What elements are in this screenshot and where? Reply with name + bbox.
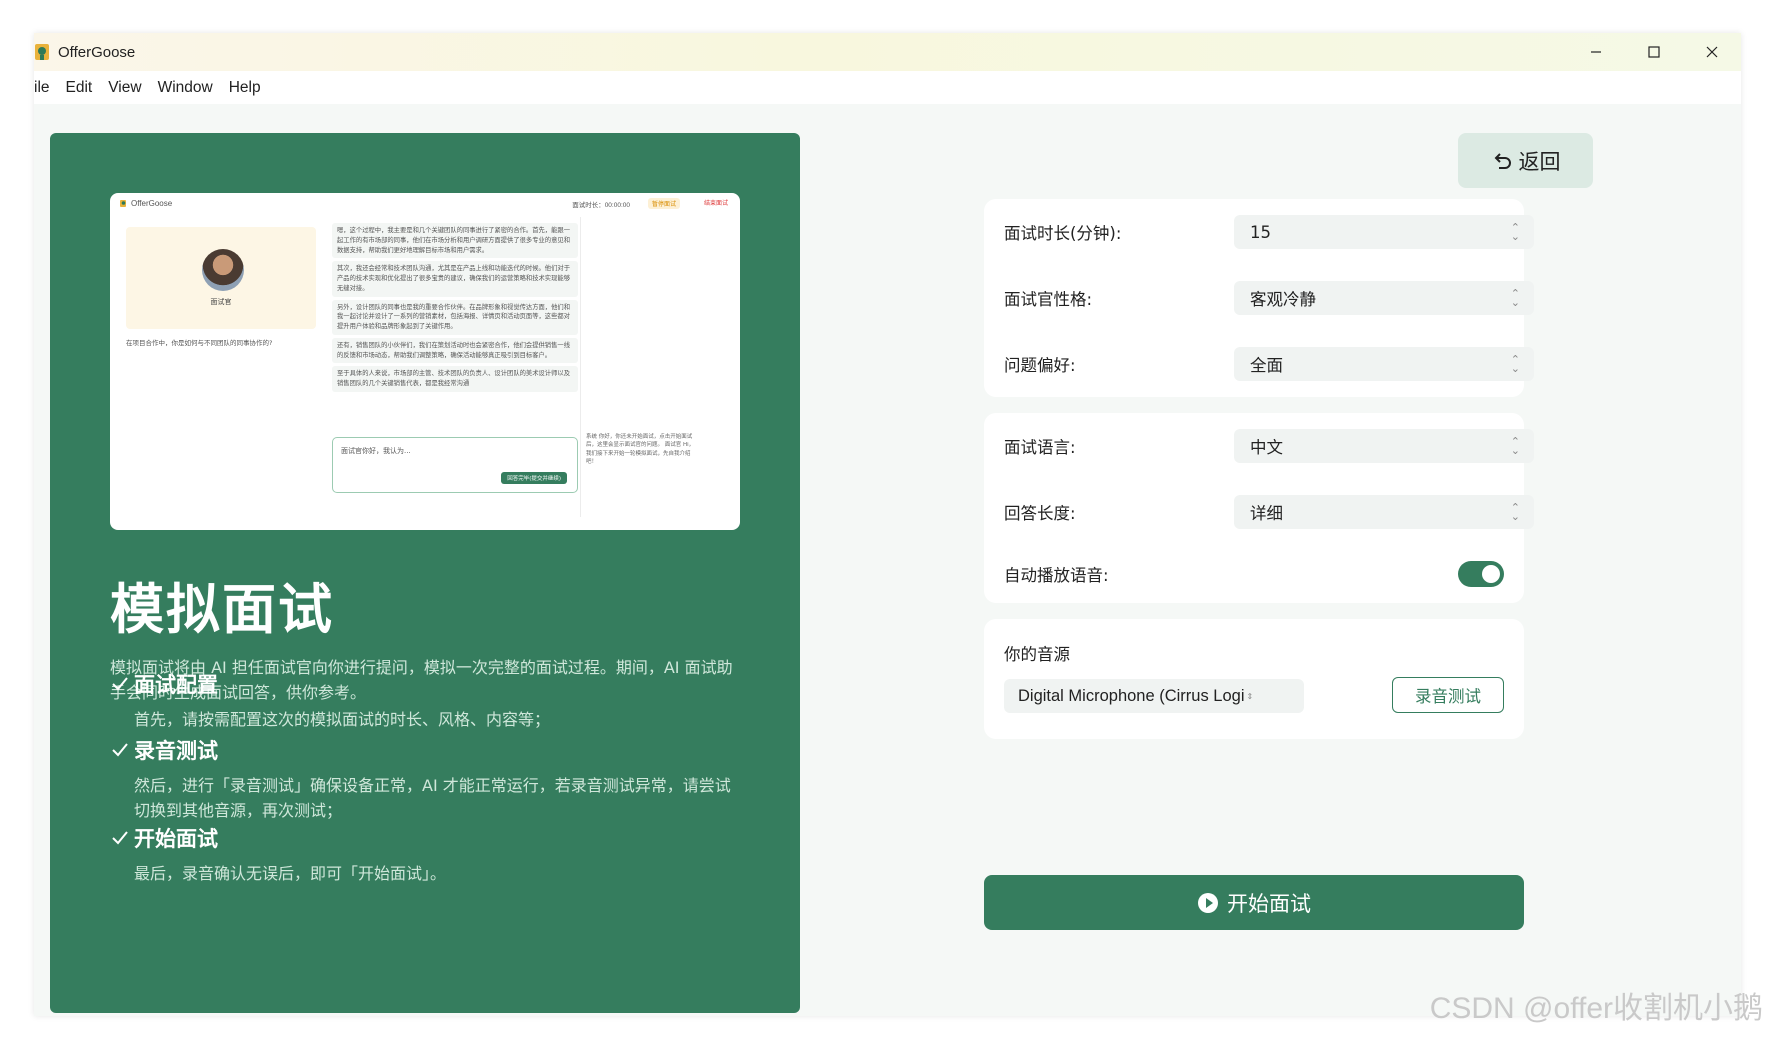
preview-chat-paragraph: 其次，我还会经常和技术团队沟通，尤其是在产品上线和功能迭代的时候。他们对于产品的… — [332, 261, 578, 297]
select-value: 全面 — [1250, 356, 1283, 375]
step-config: 面试配置 首先，请按需配置这次的模拟面试的时长、风格、内容等； — [110, 669, 734, 732]
minimize-icon[interactable] — [1567, 33, 1625, 71]
settings-card-answer: 面试语言: 中文 ⌃ ⌄ 回答长度: 详细 ⌃ ⌄ 自动播放语音: — [984, 413, 1534, 603]
menu-view[interactable]: View — [100, 79, 149, 97]
auto-play-toggle[interactable] — [1458, 561, 1504, 587]
maximize-icon[interactable] — [1625, 33, 1683, 71]
step-description: 最后，录音确认无误后，即可「开始面试」。 — [134, 864, 447, 883]
preview-side-note: 系统 你好，你还未开始面试，点击开始面试后，这里会显示面试官的问题。 面试官 H… — [586, 434, 695, 465]
preview-chat: 嗯，这个过程中，我主要是和几个关键团队的同事进行了紧密的合作。首先，能跟一起工作… — [332, 223, 578, 429]
preview-logo-text: OfferGoose — [131, 198, 173, 208]
step-start: 开始面试 最后，录音确认无误后，即可「开始面试」。 — [110, 823, 734, 886]
back-button[interactable]: 返回 — [1458, 133, 1593, 188]
preview-timer: 面试时长：00:00:00 — [572, 202, 630, 209]
setting-label: 回答长度: — [1004, 504, 1076, 523]
step-description: 首先，请按需配置这次的模拟面试的时长、风格、内容等； — [134, 710, 551, 729]
settings-card-interview: 面试时长(分钟): 15 ⌃ ⌄ 面试官性格: 客观冷静 ⌃ ⌄ 问题偏好: 全面 … — [984, 199, 1534, 397]
preview-input-box: 面试官你好，我认为... 回答完毕(提交并继续) — [332, 437, 578, 493]
setting-label: 自动播放语音: — [1004, 566, 1109, 585]
step-header: 录音测试 — [110, 735, 734, 765]
menu-help[interactable]: Help — [221, 79, 269, 97]
check-icon — [112, 743, 128, 757]
audio-source-card: 你的音源 Digital Microphone (Cirrus Logi ⇕ 录… — [984, 619, 1524, 739]
setting-personality: 面试官性格: 客观冷静 ⌃ ⌄ — [1004, 281, 1534, 315]
window-title: OfferGoose — [58, 43, 136, 61]
check-icon — [112, 677, 128, 691]
app-logo-icon — [35, 44, 49, 60]
play-circle-icon — [1198, 892, 1218, 913]
toggle-knob — [1482, 565, 1500, 583]
personality-select[interactable]: 客观冷静 ⌃ ⌄ — [1234, 281, 1534, 315]
setting-answer-length: 回答长度: 详细 ⌃ ⌄ — [1004, 495, 1534, 529]
menu-file[interactable]: ile — [34, 79, 58, 97]
chevron-updown-icon: ⌃ ⌄ — [1510, 501, 1520, 523]
preview-avatar — [202, 249, 244, 291]
setting-label: 面试语言: — [1004, 438, 1076, 457]
page-title: 模拟面试 — [110, 578, 334, 641]
step-header: 面试配置 — [110, 669, 734, 699]
interview-preview-image: OfferGoose 面试时长：00:00:00 暂停面试 结束面试 面试官 在… — [110, 193, 740, 530]
setting-preference: 问题偏好: 全面 ⌃ ⌄ — [1004, 347, 1534, 381]
audio-source-select[interactable]: Digital Microphone (Cirrus Logi ⇕ — [1004, 679, 1304, 713]
answer-length-select[interactable]: 详细 ⌃ ⌄ — [1234, 495, 1534, 529]
setting-duration: 面试时长(分钟): 15 ⌃ ⌄ — [1004, 215, 1534, 249]
menu-window[interactable]: Window — [150, 79, 221, 97]
preview-logo-icon — [120, 199, 126, 207]
audio-source-label: 你的音源 — [1004, 645, 1070, 664]
step-header: 开始面试 — [110, 823, 734, 853]
setting-label: 面试官性格: — [1004, 290, 1093, 309]
menu-bar: ile Edit View Window Help — [34, 71, 1741, 104]
preview-interviewer-card: 面试官 — [126, 227, 316, 329]
close-icon[interactable] — [1683, 33, 1741, 71]
record-test-button[interactable]: 录音测试 — [1392, 677, 1504, 713]
chevron-updown-icon: ⌃ ⌄ — [1510, 353, 1520, 375]
chevron-updown-icon: ⌃ ⌄ — [1510, 287, 1520, 309]
preview-avatar-label: 面试官 — [210, 298, 232, 306]
start-interview-button[interactable]: 开始面试 — [984, 875, 1524, 930]
step-recording: 录音测试 然后，进行「录音测试」确保设备正常，AI 才能正常运行，若录音测试异常… — [110, 735, 734, 823]
select-value: 客观冷静 — [1250, 290, 1316, 309]
select-value: Digital Microphone (Cirrus Logi — [1018, 686, 1245, 705]
preview-question: 在项目合作中，你是如何与不同团队的同事协作的? — [126, 339, 273, 347]
preview-chat-paragraph: 另外，设计团队的同事也是我的重要合作伙伴。在品牌形象和视觉传达方面，他们和我一起… — [332, 299, 578, 335]
watermark: CSDN @offer收割机小鹅 — [1429, 992, 1763, 1025]
start-button-label: 开始面试 — [1227, 891, 1311, 916]
window-controls — [1567, 33, 1741, 71]
setting-label: 面试时长(分钟): — [1004, 224, 1122, 243]
step-title: 录音测试 — [134, 739, 218, 763]
language-select[interactable]: 中文 ⌃ ⌄ — [1234, 429, 1534, 463]
chevron-updown-icon: ⇕ — [1246, 691, 1254, 701]
app-window: OfferGoose ile Edit View Window Help Off… — [34, 33, 1741, 1016]
preview-pause-button: 暂停面试 — [647, 198, 680, 209]
preview-end-button: 结束面试 — [703, 201, 728, 207]
preview-chat-paragraph: 还有，销售团队的小伙伴们，我们在策划活动时也会紧密合作，他们会提供销售一线的反馈… — [332, 337, 578, 364]
select-value: 15 — [1250, 222, 1271, 242]
intro-panel: OfferGoose 面试时长：00:00:00 暂停面试 结束面试 面试官 在… — [50, 133, 800, 1013]
title-bar: OfferGoose — [34, 33, 1741, 71]
setting-auto-play: 自动播放语音: — [1004, 557, 1504, 591]
preview-chat-paragraph: 嗯，这个过程中，我主要是和几个关键团队的同事进行了紧密的合作。首先，能跟一起工作… — [332, 223, 578, 259]
setting-language: 面试语言: 中文 ⌃ ⌄ — [1004, 429, 1534, 463]
select-value: 详细 — [1250, 504, 1283, 523]
undo-arrow-icon — [1494, 152, 1511, 169]
preview-chat-paragraph: 至于具体的人来说，市场部的主管、技术团队的负责人、设计团队的美术设计师以及销售团… — [332, 366, 578, 392]
chevron-updown-icon: ⌃ ⌄ — [1510, 435, 1520, 457]
setting-label: 问题偏好: — [1004, 356, 1076, 375]
preview-logo: OfferGoose — [120, 199, 172, 208]
preview-topbar: OfferGoose 面试时长：00:00:00 暂停面试 结束面试 — [110, 193, 740, 213]
back-button-label: 返回 — [1518, 149, 1561, 174]
preview-divider — [580, 217, 581, 517]
chevron-updown-icon: ⌃ ⌄ — [1510, 221, 1520, 243]
menu-edit[interactable]: Edit — [58, 79, 101, 97]
step-title: 面试配置 — [134, 673, 218, 697]
preview-input-text: 面试官你好，我认为... — [341, 447, 411, 455]
select-value: 中文 — [1250, 438, 1283, 457]
preference-select[interactable]: 全面 ⌃ ⌄ — [1234, 347, 1534, 381]
duration-select[interactable]: 15 ⌃ ⌄ — [1234, 215, 1534, 249]
preview-submit-button: 回答完毕(提交并继续) — [501, 472, 567, 484]
check-icon — [112, 831, 128, 845]
step-description: 然后，进行「录音测试」确保设备正常，AI 才能正常运行，若录音测试异常，请尝试切… — [134, 776, 731, 820]
step-title: 开始面试 — [134, 827, 218, 851]
